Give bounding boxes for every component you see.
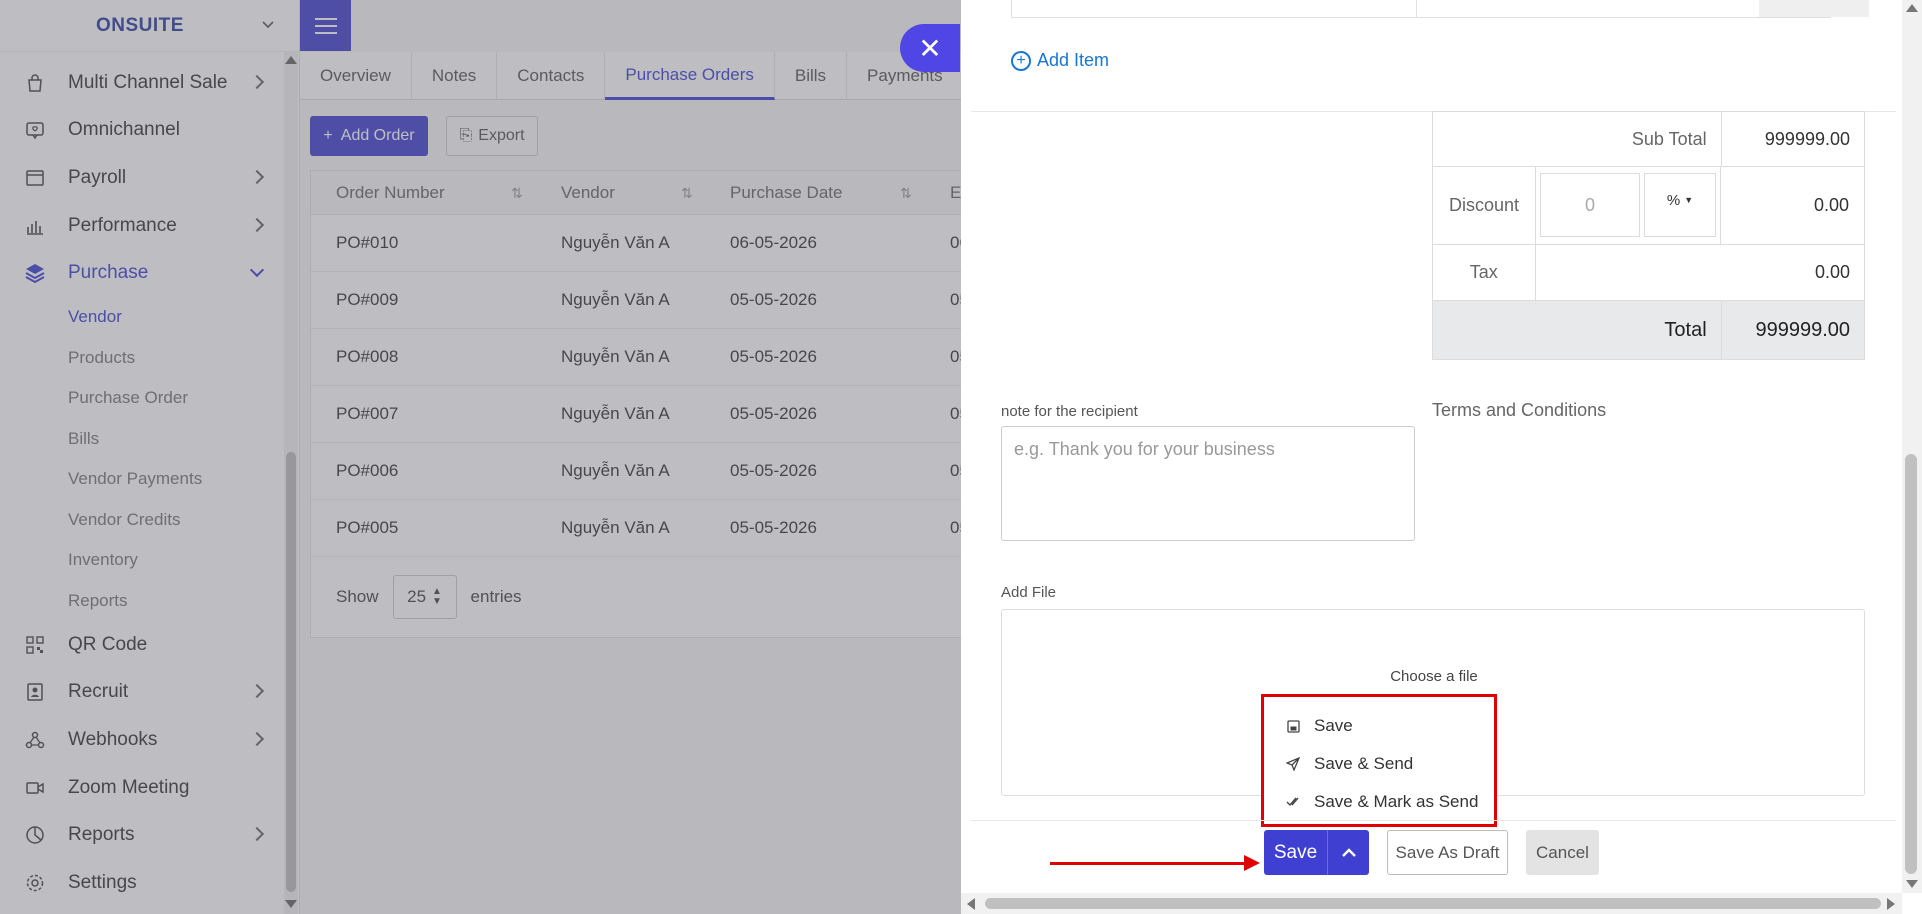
tax-row: Tax 0.00 (1433, 245, 1864, 301)
save-options-menu: Save Save & Send Save & Mark as Send (1261, 694, 1497, 827)
chevron-up-icon (1341, 847, 1356, 857)
save-as-draft-button[interactable]: Save As Draft (1387, 830, 1508, 875)
scroll-right-icon[interactable] (1887, 898, 1895, 910)
modal-backdrop[interactable] (0, 0, 961, 914)
close-icon: ✕ (918, 32, 942, 64)
tax-value: 0.00 (1814, 262, 1850, 282)
annotation-arrow (1050, 862, 1250, 865)
note-label: note for the recipient (1001, 403, 1138, 420)
menu-item-label: Save & Mark as Send (1314, 792, 1479, 811)
caret-down-icon: ▼ (1684, 195, 1694, 205)
menu-item-save-mark-as-send[interactable]: Save & Mark as Send (1264, 783, 1494, 821)
total-label: Total (1433, 301, 1722, 359)
discount-input[interactable]: 0 (1540, 173, 1640, 237)
menu-item-label: Save & Send (1314, 754, 1414, 773)
discount-unit: % (1666, 192, 1681, 209)
totals-table: Sub Total 999999.00 Discount 0 % ▼ 0.00 T… (1432, 111, 1865, 360)
cancel-button[interactable]: Cancel (1526, 830, 1599, 875)
subtotal-value: 999999.00 (1764, 128, 1850, 149)
footer-divider (971, 820, 1896, 821)
subtotal-label: Sub Total (1433, 112, 1722, 166)
add-item-button[interactable]: + Add Item (1011, 50, 1109, 71)
discount-unit-dropdown[interactable]: % ▼ (1644, 173, 1716, 237)
annotation-arrow-head (1244, 855, 1260, 871)
total-row: Total 999999.00 (1433, 301, 1864, 359)
panel-vertical-scrollbar-thumb[interactable] (1905, 454, 1917, 874)
floppy-icon (1286, 719, 1300, 733)
scroll-left-icon[interactable] (967, 898, 975, 910)
menu-item-save-and-send[interactable]: Save & Send (1264, 745, 1494, 783)
double-check-icon (1286, 795, 1300, 809)
tax-label: Tax (1433, 245, 1536, 300)
plus-circle-icon: + (1011, 50, 1031, 71)
note-textarea[interactable]: e.g. Thank you for your business (1001, 426, 1415, 541)
subtotal-row: Sub Total 999999.00 (1433, 112, 1864, 167)
menu-item-save[interactable]: Save (1264, 707, 1494, 745)
add-item-label: Add Item (1037, 50, 1110, 70)
scroll-up-icon[interactable] (1906, 4, 1918, 12)
send-icon (1286, 757, 1300, 771)
save-options-toggle[interactable] (1328, 830, 1369, 875)
save-button[interactable]: Save (1264, 830, 1328, 875)
menu-item-label: Save (1314, 716, 1353, 735)
total-value: 999999.00 (1755, 318, 1850, 341)
choose-file-link[interactable]: Choose a file (1002, 668, 1866, 685)
discount-value: 0.00 (1720, 167, 1863, 244)
discount-label: Discount (1433, 167, 1536, 244)
add-file-label: Add File (1001, 584, 1057, 601)
terms-label: Terms and Conditions (1432, 400, 1607, 420)
save-split-button[interactable]: Save (1264, 830, 1369, 875)
panel-horizontal-scrollbar-thumb[interactable] (985, 898, 1881, 909)
items-table-bottom (1011, 0, 1869, 18)
scroll-down-icon[interactable] (1906, 880, 1918, 888)
close-panel-button[interactable]: ✕ (900, 24, 960, 72)
discount-row: Discount 0 % ▼ 0.00 (1433, 167, 1864, 245)
